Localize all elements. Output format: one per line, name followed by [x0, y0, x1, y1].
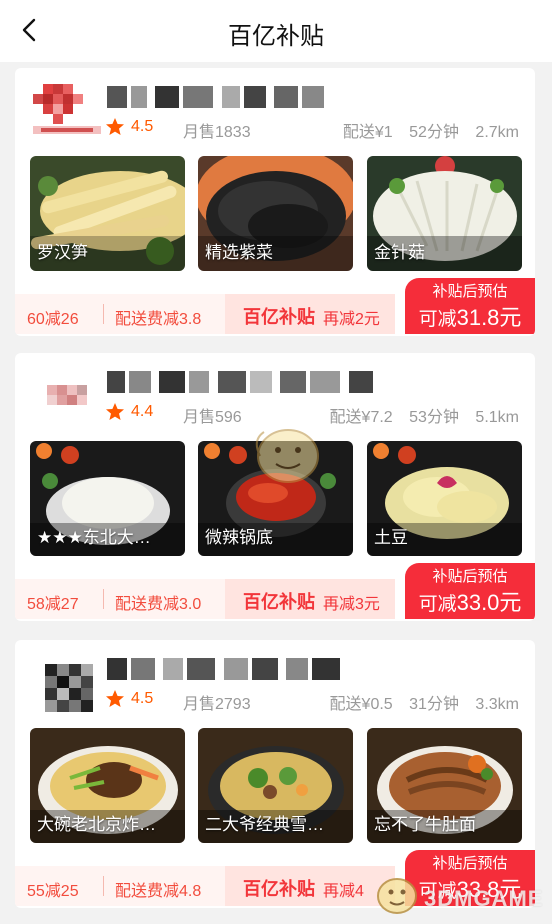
extra-discount: 再减2元 — [323, 311, 380, 328]
top-bar: 百亿补贴 — [0, 0, 552, 62]
estimate-title: 补贴后预估 — [432, 283, 508, 300]
page-title: 百亿补贴 — [228, 22, 324, 50]
dish-item[interactable]: 罗汉笋 — [30, 156, 185, 271]
subsidy-brand-tag: 百亿补贴 — [243, 879, 315, 900]
dish-item[interactable]: 大碗老北京炸… — [30, 728, 185, 843]
estimate-badge: 补贴后预估 可减33.0元 — [405, 563, 535, 619]
delivery-fee: 配送¥7.2 — [329, 409, 393, 426]
delivery-fee: 配送¥0.5 — [329, 696, 393, 713]
dish-name: 罗汉笋 — [37, 243, 88, 262]
estimate-title: 补贴后预估 — [432, 855, 508, 872]
estimate-value: 31.8元 — [456, 305, 522, 330]
distance: 2.7km — [475, 124, 519, 141]
monthly-sales: 月售2793 — [183, 696, 251, 713]
star-icon — [106, 403, 124, 420]
discount-label: 60减26 — [27, 311, 79, 328]
discount-label: 58减27 — [27, 596, 79, 613]
monthly-sales: 月售1833 — [183, 124, 251, 141]
subsidy-brand-tag: 百亿补贴 — [243, 307, 315, 328]
shop-meta: 4.5 月售2793 配送¥0.5 31分钟 3.3km — [105, 689, 519, 713]
dish-name: 大碗老北京炸… — [37, 815, 156, 834]
dish-list: 罗汉笋 精选紫菜 金针菇 — [30, 156, 522, 271]
extra-discount: 再减3元 — [323, 596, 380, 613]
delivery-fee-discount: 配送费减3.8 — [115, 311, 202, 328]
distance: 5.1km — [475, 409, 519, 426]
extra-discount: 再减4 — [323, 883, 364, 900]
dish-name: 微辣锅底 — [205, 528, 273, 547]
rating: 4.4 — [131, 403, 154, 420]
rating: 4.5 — [131, 118, 154, 135]
delivery-fee-discount: 配送费减3.0 — [115, 596, 202, 613]
star-icon — [106, 118, 124, 135]
dish-name: 金针菇 — [374, 243, 425, 262]
subsidy-brand-tag: 百亿补贴 — [243, 592, 315, 613]
dish-item[interactable]: 金针菇 — [367, 156, 522, 271]
star-icon — [106, 690, 124, 707]
monthly-sales: 月售596 — [183, 409, 242, 426]
promo-bar: 58减27 配送费减3.0 百亿补贴 再减3元 补贴后预估 可减33.0元 — [15, 563, 535, 619]
estimate-prefix: 可减 — [418, 309, 457, 330]
promo-bar: 60减26 配送费减3.8 百亿补贴 再减2元 补贴后预估 可减31.8元 — [15, 278, 535, 334]
delivery-time: 31分钟 — [409, 696, 459, 713]
dish-item[interactable]: ★★★东北大… — [30, 441, 185, 556]
dish-item[interactable]: 二大爷经典雪… — [198, 728, 353, 843]
dish-name: 精选紫菜 — [205, 243, 273, 262]
shop-name-blurred — [107, 86, 437, 112]
estimate-title: 补贴后预估 — [432, 568, 508, 585]
dish-name: 土豆 — [374, 528, 408, 547]
shop-name-blurred — [107, 658, 437, 684]
shop-name-blurred — [107, 371, 437, 397]
shop-logo — [45, 664, 93, 712]
shop-meta: 4.5 月售1833 配送¥1 52分钟 2.7km — [105, 117, 519, 141]
dish-list: 大碗老北京炸… 二大爷经典雪… 忘不了牛肚面 — [30, 728, 522, 843]
delivery-time: 53分钟 — [409, 409, 459, 426]
discount-label: 55减25 — [27, 883, 79, 900]
delivery-time: 52分钟 — [409, 124, 459, 141]
estimate-badge: 补贴后预估 可减31.8元 — [405, 278, 535, 334]
dish-name: 忘不了牛肚面 — [374, 815, 476, 834]
shop-card[interactable]: 4.5 月售2793 配送¥0.5 31分钟 3.3km 大碗老北京炸… 二大爷… — [15, 640, 535, 908]
shop-logo — [47, 385, 87, 405]
watermark-text: 3DMGAME — [424, 886, 544, 911]
distance: 3.3km — [475, 696, 519, 713]
delivery-fee-discount: 配送费减4.8 — [115, 883, 202, 900]
dish-name: 二大爷经典雪… — [205, 815, 324, 834]
delivery-fee: 配送¥1 — [342, 124, 393, 141]
dish-item[interactable]: 精选紫菜 — [198, 156, 353, 271]
shop-card[interactable]: 4.5 月售1833 配送¥1 52分钟 2.7km 罗汉笋 精选紫菜 金针菇 … — [15, 68, 535, 336]
mascot-watermark-icon — [255, 429, 319, 483]
divider — [103, 589, 104, 609]
shop-logo — [33, 84, 101, 134]
dish-item[interactable]: 土豆 — [367, 441, 522, 556]
divider — [103, 304, 104, 324]
rating: 4.5 — [131, 690, 154, 707]
dish-name: ★★★东北大… — [37, 528, 151, 547]
dish-item[interactable]: 忘不了牛肚面 — [367, 728, 522, 843]
estimate-value: 33.0元 — [456, 590, 522, 615]
divider — [103, 876, 104, 896]
estimate-prefix: 可减 — [418, 594, 457, 615]
site-watermark: 3DMGAME — [374, 872, 544, 920]
mascot-logo-icon — [377, 878, 417, 914]
